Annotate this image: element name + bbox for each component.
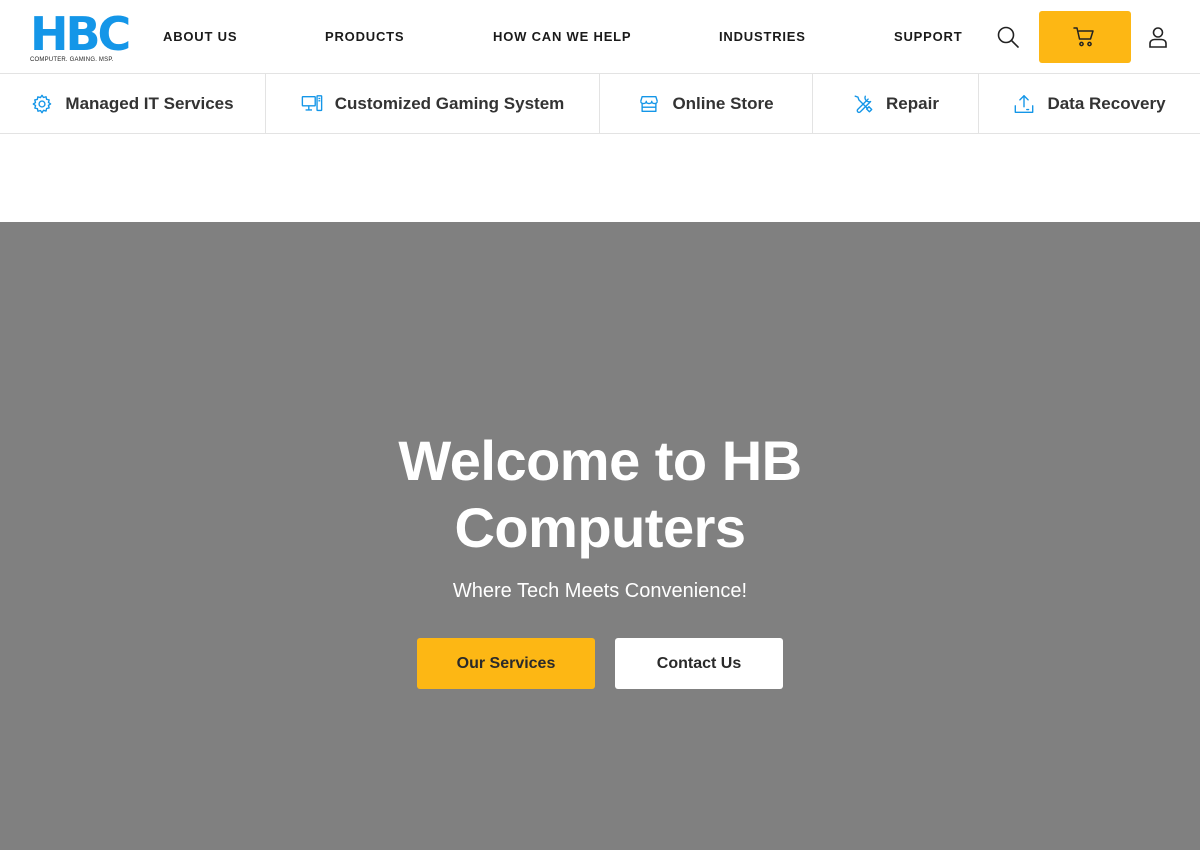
logo-mark: HBC (30, 7, 131, 61)
desktop-pc-icon (301, 94, 323, 111)
upload-icon (1015, 94, 1034, 113)
nav-about-us[interactable]: ABOUT US (163, 29, 237, 44)
service-label: Data Recovery (1047, 93, 1166, 113)
user-icon (1149, 27, 1167, 48)
site-header: HBC COMPUTER. GAMING. MSP. ABOUT US PROD… (0, 0, 1200, 74)
service-label: Managed IT Services (65, 93, 234, 113)
service-repair[interactable]: Repair (813, 74, 979, 133)
our-services-button[interactable]: Our Services (417, 638, 595, 689)
service-managed-it[interactable]: Managed IT Services (0, 74, 266, 133)
gear-icon (33, 94, 52, 113)
services-bar: Managed IT Services Customized Gaming Sy… (0, 74, 1200, 134)
service-gaming-system[interactable]: Customized Gaming System (266, 74, 600, 133)
nav-support[interactable]: SUPPORT (894, 29, 962, 44)
nav-industries[interactable]: INDUSTRIES (719, 29, 806, 44)
search-icon (997, 26, 1019, 48)
service-online-store[interactable]: Online Store (600, 74, 813, 133)
service-label: Online Store (672, 93, 774, 113)
cart-icon (1073, 27, 1094, 47)
account-button[interactable] (1146, 25, 1170, 49)
service-label: Repair (886, 93, 939, 113)
cart-button[interactable] (1039, 11, 1131, 63)
search-button[interactable] (996, 25, 1020, 49)
storefront-icon (640, 95, 659, 112)
tools-icon (854, 95, 873, 113)
service-data-recovery[interactable]: Data Recovery (979, 74, 1200, 133)
service-label: Customized Gaming System (334, 93, 565, 113)
hero-subtitle: Where Tech Meets Convenience! (452, 580, 748, 602)
hero-section: Welcome to HB Computers Where Tech Meets… (0, 222, 1200, 850)
contact-us-button[interactable]: Contact Us (615, 638, 783, 689)
nav-products[interactable]: PRODUCTS (325, 29, 404, 44)
hero-title: Welcome to HB Computers (398, 429, 802, 559)
nav-how-can-we-help[interactable]: HOW CAN WE HELP (493, 29, 631, 44)
hbc-logo[interactable]: HBC COMPUTER. GAMING. MSP. (30, 7, 131, 64)
